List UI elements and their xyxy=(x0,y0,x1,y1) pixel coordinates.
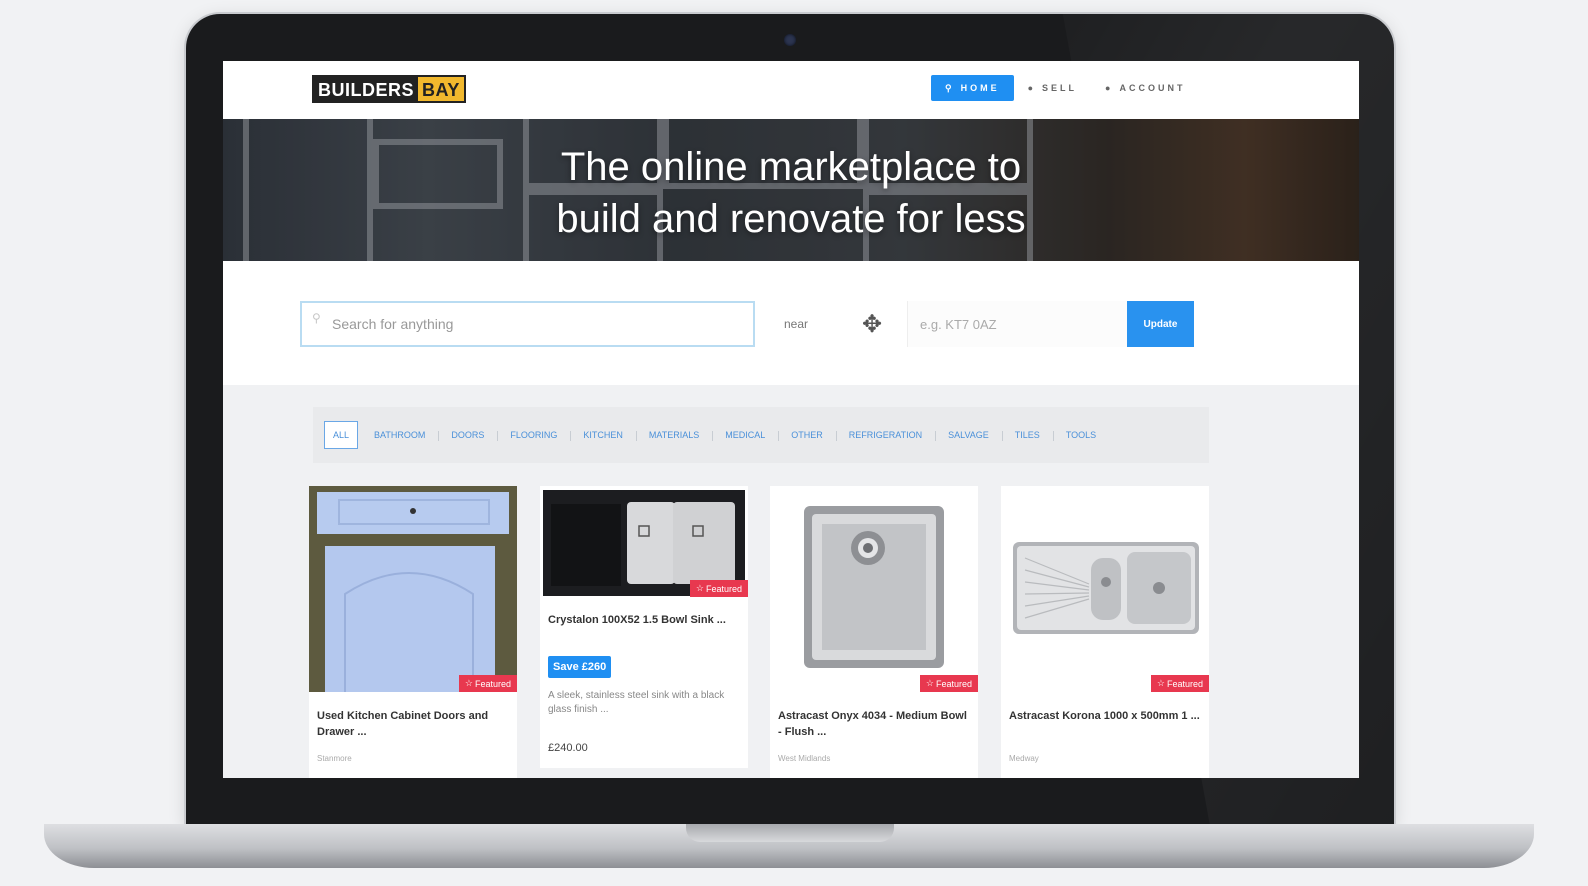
featured-badge: ☆ Featured xyxy=(1150,675,1209,692)
listing-location: West Midlands xyxy=(778,754,831,763)
star-icon: ☆ xyxy=(925,678,934,688)
drainer-sink-image xyxy=(1001,486,1209,692)
listing-title[interactable]: Crystalon 100X52 1.5 Bowl Sink ... xyxy=(548,612,740,628)
category-materials[interactable]: MATERIALS xyxy=(635,430,712,441)
search-input[interactable] xyxy=(332,303,742,345)
category-tiles[interactable]: TILES xyxy=(1001,430,1053,441)
builders-bay-logo[interactable]: BUILDERS BAY xyxy=(312,75,466,103)
postcode-input[interactable] xyxy=(907,301,1127,347)
listing-title[interactable]: Astracast Korona 1000 x 500mm 1 ... xyxy=(1009,708,1201,724)
hero-title: The online marketplace to build and reno… xyxy=(223,141,1359,245)
featured-badge-label: Featured xyxy=(1166,678,1203,689)
featured-badge: ☆ Featured xyxy=(689,580,748,597)
update-button[interactable]: Update xyxy=(1127,301,1194,347)
nav-home-label: HOME xyxy=(960,83,1000,93)
listing-image[interactable] xyxy=(309,486,517,692)
featured-badge-label: Featured xyxy=(935,678,972,689)
search-bar: ⚲ near ✥ Update xyxy=(223,261,1359,385)
nav-sell-button[interactable]: ● SELL xyxy=(1014,75,1091,101)
category-doors[interactable]: DOORS xyxy=(438,430,497,441)
category-flooring[interactable]: FLOORING xyxy=(497,430,570,441)
star-icon: ☆ xyxy=(464,678,473,688)
category-tools[interactable]: TOOLS xyxy=(1052,430,1109,441)
site-header: BUILDERS BAY ⚲ HOME ● SELL ● ACCOUNT xyxy=(223,61,1359,119)
search-icon: ⚲ xyxy=(312,311,321,325)
listing-location: Stanmore xyxy=(317,754,352,763)
listing-image[interactable] xyxy=(1001,486,1209,692)
category-refrigeration[interactable]: REFRIGERATION xyxy=(835,430,935,441)
square-sink-image xyxy=(770,486,978,692)
category-bathroom[interactable]: BATHROOM xyxy=(361,430,438,440)
star-icon: ☆ xyxy=(695,583,704,593)
nav-account-button[interactable]: ● ACCOUNT xyxy=(1091,75,1199,101)
user-icon: ● xyxy=(1105,83,1114,93)
listing-title[interactable]: Used Kitchen Cabinet Doors and Drawer ..… xyxy=(317,708,509,740)
category-kitchen[interactable]: KITCHEN xyxy=(570,430,636,441)
listing-location: Medway xyxy=(1009,754,1039,763)
hero-banner: The online marketplace to build and reno… xyxy=(223,119,1359,261)
main-nav: ⚲ HOME ● SELL ● ACCOUNT xyxy=(931,75,1199,101)
listing-card[interactable]: ☆ Featured Astracast Korona 1000 x 500mm… xyxy=(1001,486,1209,778)
listing-title[interactable]: Astracast Onyx 4034 - Medium Bowl - Flus… xyxy=(778,708,970,740)
save-badge: Save £260 xyxy=(548,656,612,678)
listing-price: £240.00 xyxy=(548,742,588,754)
category-all[interactable]: ALL xyxy=(324,421,359,449)
featured-badge-label: Featured xyxy=(474,678,511,689)
category-other[interactable]: OTHER xyxy=(778,430,836,441)
logo-text-builders: BUILDERS xyxy=(314,77,419,101)
featured-badge: ☆ Featured xyxy=(458,675,517,692)
category-medical[interactable]: MEDICAL xyxy=(712,430,778,441)
featured-badge-label: Featured xyxy=(705,583,742,594)
listing-description: A sleek, stainless steel sink with a bla… xyxy=(548,690,725,715)
search-field: ⚲ xyxy=(300,301,755,347)
category-salvage[interactable]: SALVAGE xyxy=(935,430,1002,441)
logo-text-bay: BAY xyxy=(422,80,460,100)
search-icon: ⚲ xyxy=(945,82,955,93)
nav-home-button[interactable]: ⚲ HOME xyxy=(931,75,1014,101)
laptop-lid: BUILDERS BAY ⚲ HOME ● SELL ● ACCOUNT The… xyxy=(186,14,1394,826)
laptop-notch xyxy=(686,824,894,842)
nav-account-label: ACCOUNT xyxy=(1119,83,1186,93)
listing-section: ALL BATHROOM DOORS FLOORING KITCHEN MATE… xyxy=(223,385,1359,778)
nav-sell-label: SELL xyxy=(1042,83,1078,93)
hero-title-line2: build and renovate for less xyxy=(556,197,1026,241)
near-label: near xyxy=(784,317,809,331)
listing-image[interactable] xyxy=(770,486,978,692)
featured-badge: ☆ Featured xyxy=(919,675,978,692)
cabinet-doors-image xyxy=(309,486,517,692)
locate-me-button[interactable]: ✥ xyxy=(837,301,907,347)
category-filter-bar: ALL BATHROOM DOORS FLOORING KITCHEN MATE… xyxy=(313,407,1209,463)
crosshair-icon: ✥ xyxy=(861,310,883,338)
webcam xyxy=(784,34,796,46)
hero-title-line1: The online marketplace to xyxy=(560,145,1022,189)
laptop-screen: BUILDERS BAY ⚲ HOME ● SELL ● ACCOUNT The… xyxy=(223,61,1359,778)
listing-card[interactable]: ☆ Featured Used Kitchen Cabinet Doors an… xyxy=(309,486,517,778)
star-icon: ☆ xyxy=(1156,678,1165,688)
listing-card[interactable]: ☆ Featured Astracast Onyx 4034 - Medium … xyxy=(770,486,978,778)
person-icon: ● xyxy=(1027,83,1037,93)
listing-card[interactable]: ☆ Featured Crystalon 100X52 1.5 Bowl Sin… xyxy=(540,486,748,768)
